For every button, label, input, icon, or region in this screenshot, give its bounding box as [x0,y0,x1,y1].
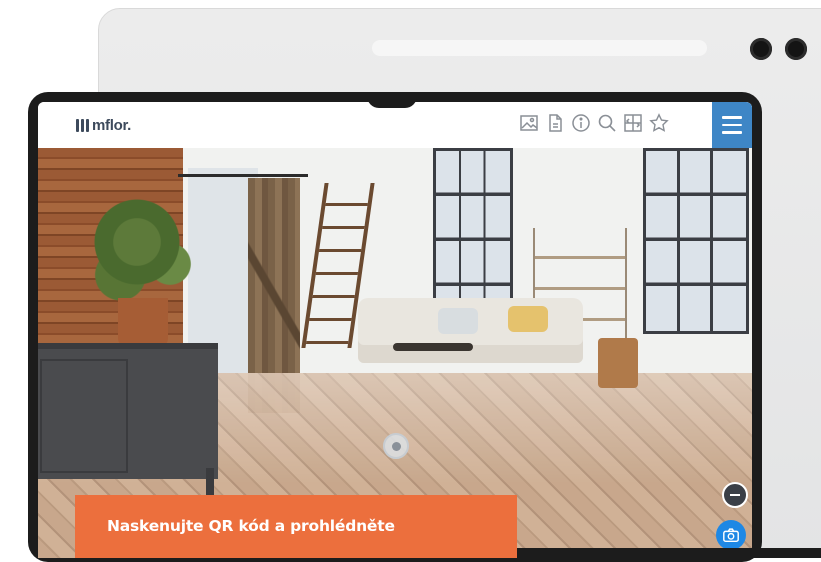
tablet-notch [367,92,417,108]
cabinet [38,343,218,479]
floor-hotspot-icon[interactable] [383,433,409,459]
brand-logo[interactable]: mflor. [76,117,131,134]
qr-banner: Naskenujte QR kód a prohlédněte [75,495,517,558]
layout-icon[interactable] [622,112,644,134]
coffee-table [393,343,473,351]
app-header: mflor. [38,102,752,148]
qr-banner-text: Naskenujte QR kód a prohlédněte [107,517,395,535]
plant-pot [118,298,168,348]
logo-mark-icon [76,119,89,132]
front-tablet-device: mflor. [28,92,762,562]
search-icon[interactable] [596,112,618,134]
toolbar [518,112,670,134]
logo-text: mflor. [92,117,132,134]
wooden-stool [598,338,638,388]
back-tablet-speaker-bar [372,40,707,56]
document-icon[interactable] [544,112,566,134]
hamburger-menu-button[interactable] [712,102,752,148]
pillow [438,308,478,334]
camera-button[interactable] [716,520,746,550]
pillow [508,306,548,332]
info-icon[interactable] [570,112,592,134]
camera-lens-icon [785,38,807,60]
plant [93,198,203,308]
camera-lens-icon [750,38,772,60]
image-icon[interactable] [518,112,540,134]
window [643,148,749,334]
tablet-bottom-edge [517,548,821,558]
tablet-screen: mflor. [38,102,752,558]
star-icon[interactable] [648,112,670,134]
zoom-out-button[interactable] [722,482,748,508]
barn-door-rail [178,174,308,177]
